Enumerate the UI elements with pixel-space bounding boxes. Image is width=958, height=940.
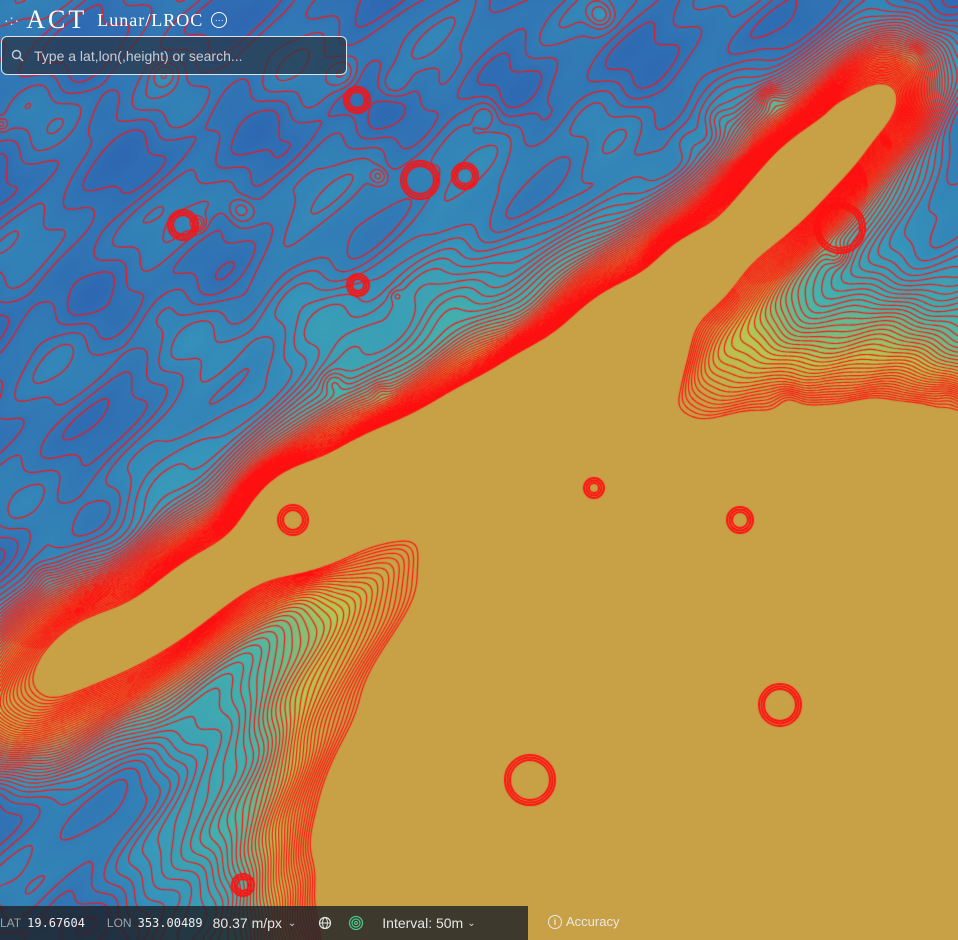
interval-chevron-down-icon[interactable]: ⌄ [467, 918, 475, 929]
contour-interval[interactable]: Interval: 50m [382, 915, 463, 931]
mission-label[interactable]: Lunar/LROC [97, 10, 203, 31]
resolution-chevron-down-icon[interactable]: ⌄ [288, 918, 296, 929]
lunar-contour-map[interactable] [0, 0, 958, 940]
lat-value: 19.67604 [27, 916, 85, 930]
info-icon: i [548, 914, 562, 929]
search-input[interactable] [32, 46, 346, 65]
search-icon [2, 49, 32, 62]
contour-icon[interactable] [348, 915, 364, 931]
status-bar: LAT 19.67604 LON 353.00489 80.37 m/px ⌄ … [0, 906, 528, 940]
globe-icon[interactable] [318, 916, 332, 930]
app-header: ·:· ACT Lunar/LROC ··· [4, 5, 228, 34]
lat-label: LAT [0, 916, 22, 930]
logo-dots-icon: ·:· [4, 12, 21, 28]
app-logo: ACT [26, 5, 88, 34]
accuracy-button[interactable]: i Accuracy [548, 914, 619, 929]
more-options-icon[interactable]: ··· [211, 12, 228, 28]
lon-label: LON [106, 916, 132, 930]
resolution-value: 80.37 m/px [212, 915, 282, 931]
search-box[interactable] [1, 36, 347, 75]
accuracy-label: Accuracy [566, 914, 620, 929]
lon-value: 353.00489 [137, 916, 203, 930]
